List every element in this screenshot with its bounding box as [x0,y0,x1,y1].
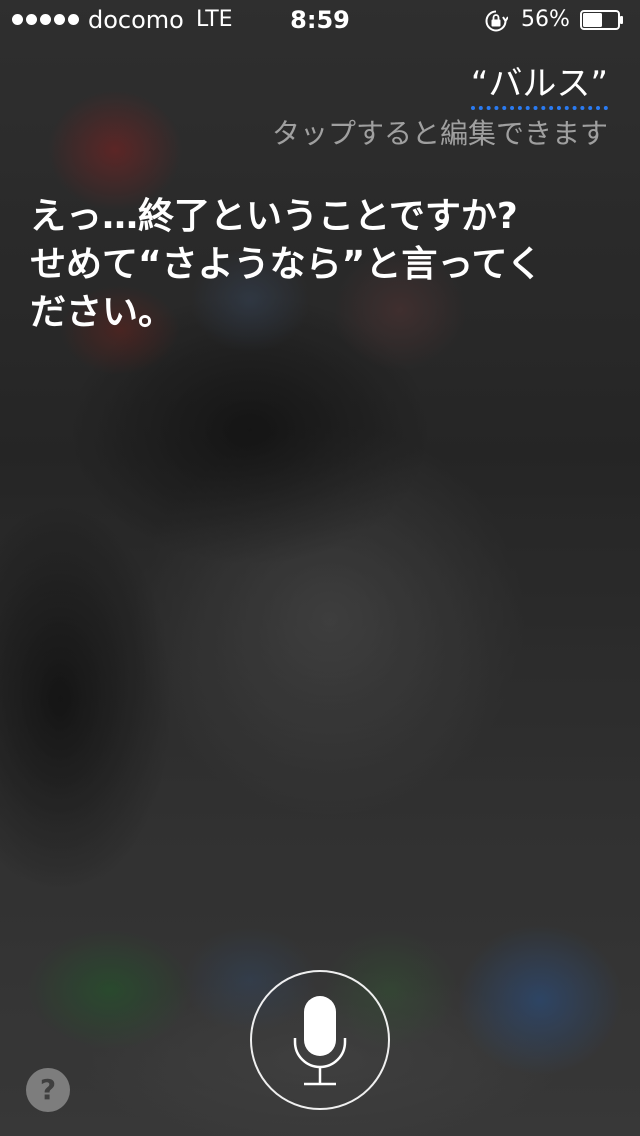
microphone-icon [293,996,347,1086]
status-bar: docomo LTE 8:59 56% [0,0,640,40]
tap-to-edit-hint: タップすると編集できます [271,117,608,150]
siri-query[interactable]: “バルス” [470,60,608,110]
orientation-lock-icon [485,10,508,32]
siri-microphone-button[interactable] [250,970,390,1110]
battery-percentage: 56% [521,7,570,32]
siri-query-text[interactable]: “バルス” [470,64,608,110]
help-button[interactable]: ? [26,1068,70,1112]
siri-dim-overlay [0,0,640,1136]
siri-response: えっ…終了ということですか? せめて“さようなら”と言ってく ださい。 [30,196,543,333]
battery-icon [580,10,623,30]
